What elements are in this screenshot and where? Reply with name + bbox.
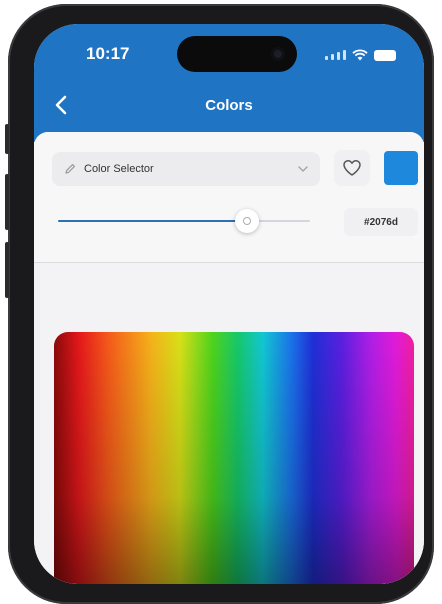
signal-icon — [325, 50, 346, 60]
color-selector-dropdown[interactable]: Color Selector — [52, 152, 320, 186]
hex-value-field[interactable]: #2076d — [344, 208, 418, 236]
app-bar: 10:17 Colors — [34, 24, 424, 142]
dynamic-island — [177, 36, 297, 72]
current-color-swatch[interactable] — [384, 151, 418, 185]
page-title: Colors — [205, 97, 253, 114]
phone-frame: 10:17 Colors Color Selector #2076d — [5, 4, 434, 604]
heart-outline-icon — [343, 160, 361, 176]
volume-down-button — [5, 242, 9, 298]
slider-fill — [58, 220, 247, 222]
color-spectrum-picker[interactable] — [54, 332, 414, 584]
content-area: Color Selector #2076d — [34, 132, 424, 584]
wifi-icon — [352, 49, 368, 61]
pencil-icon — [64, 163, 76, 175]
battery-icon — [374, 49, 396, 61]
brightness-slider[interactable] — [58, 209, 310, 233]
phone-screen: 10:17 Colors Color Selector #2076d — [34, 24, 424, 584]
chevron-down-icon — [298, 166, 308, 172]
color-controls: Color Selector #2076d — [34, 132, 424, 263]
favorite-button[interactable] — [334, 150, 370, 186]
status-time: 10:17 — [86, 44, 130, 63]
status-icons — [325, 48, 396, 62]
volume-up-button — [5, 174, 9, 230]
action-button — [5, 124, 9, 154]
slider-thumb[interactable] — [235, 209, 259, 233]
color-selector-label: Color Selector — [84, 163, 154, 175]
front-camera — [271, 47, 285, 61]
